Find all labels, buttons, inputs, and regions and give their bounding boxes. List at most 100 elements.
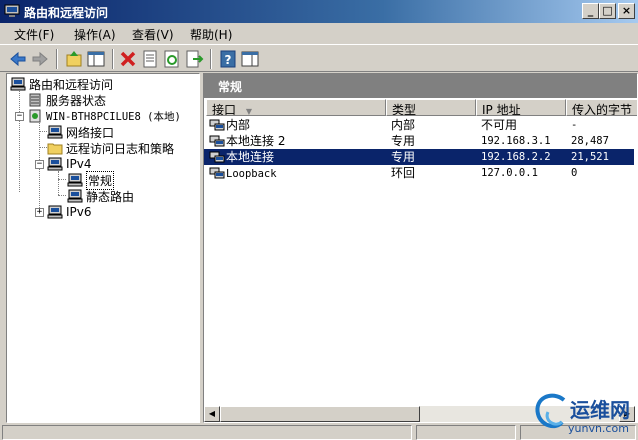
interface-cell: 内部 — [209, 117, 250, 133]
interface-name: Loopback — [226, 168, 277, 180]
maximize-button[interactable]: □ — [599, 3, 616, 19]
table-row[interactable]: 内部 内部 不可用 - — [204, 117, 634, 133]
tree-label-network-interfaces: 网络接口 — [66, 125, 115, 140]
column-header-interface[interactable]: 接口 ▼ — [206, 99, 386, 116]
toolbar: ? — [0, 44, 638, 72]
tree-item-general[interactable]: 常规 — [67, 170, 115, 190]
interface-name: 本地连接 2 — [226, 134, 286, 148]
interface-name: 内部 — [226, 118, 251, 132]
back-icon[interactable] — [8, 49, 28, 69]
column-header-row: 接口 ▼ 类型 IP 地址 传入的字节 — [204, 99, 637, 116]
column-header-type[interactable]: 类型 — [386, 99, 476, 116]
tree-item-ipv6[interactable]: IPv6 — [47, 204, 92, 220]
tree-connector — [58, 179, 66, 180]
window-title: 路由和远程访问 — [24, 6, 109, 20]
refresh-icon[interactable] — [162, 49, 182, 69]
interface-cell: 本地连接 — [209, 149, 274, 165]
menu-action[interactable]: 操作(A) — [74, 26, 116, 43]
ipv4-icon — [47, 157, 63, 171]
watermark-text: 运维网 — [570, 398, 630, 422]
network-adapter-icon — [209, 135, 225, 147]
table-row[interactable]: 本地连接 2 专用 192.168.3.1 28,487 — [204, 133, 634, 149]
interface-name: 本地连接 — [226, 150, 275, 164]
toolbar-separator — [112, 49, 114, 69]
tree-label-server-status: 服务器状态 — [46, 93, 107, 108]
column-label-interface: 接口 — [212, 103, 237, 116]
properties-icon[interactable] — [140, 49, 160, 69]
bytes-cell: 0 — [571, 167, 578, 179]
watermark-url: yunvn.com — [568, 422, 629, 435]
toolbar-separator — [56, 49, 58, 69]
bytes-cell: - — [571, 119, 578, 131]
collapse-server-toggle[interactable]: − — [15, 112, 24, 121]
tree-item-static-routes[interactable]: 静态路由 — [67, 188, 134, 204]
forward-icon[interactable] — [30, 49, 50, 69]
menu-bar: 文件(F) 操作(A) 查看(V) 帮助(H) — [0, 23, 638, 44]
tree-label-ipv6: IPv6 — [66, 205, 92, 219]
scroll-thumb[interactable] — [220, 406, 420, 422]
tree-item-remote-logging[interactable]: 远程访问日志和策略 — [47, 140, 174, 156]
status-panel — [2, 425, 412, 440]
watermark-logo: 运维网 yunvn.com — [528, 386, 636, 438]
tree-item-server-status[interactable]: 服务器状态 — [27, 92, 106, 108]
close-button[interactable]: × — [618, 3, 635, 19]
ipv6-icon — [47, 205, 63, 219]
static-routes-icon — [67, 189, 83, 203]
ip-cell: 192.168.2.2 — [481, 151, 551, 163]
general-icon — [67, 173, 83, 187]
up-icon[interactable] — [64, 49, 84, 69]
network-adapter-icon — [209, 167, 225, 179]
scroll-left-button[interactable]: ◀ — [204, 406, 220, 422]
tree-connector — [58, 171, 59, 195]
menu-help[interactable]: 帮助(H) — [190, 26, 232, 43]
app-icon — [4, 4, 20, 17]
bytes-cell: 21,521 — [571, 151, 609, 163]
tree-item-root[interactable]: 路由和远程访问 — [10, 76, 113, 92]
interface-cell: 本地连接 2 — [209, 133, 285, 149]
network-adapter-icon — [209, 119, 225, 131]
show-hide-action-icon[interactable] — [240, 49, 260, 69]
table-row-selected[interactable]: 本地连接 专用 192.168.2.2 21,521 — [204, 149, 634, 165]
expand-ipv6-toggle[interactable]: + — [35, 208, 44, 217]
delete-icon[interactable] — [118, 49, 138, 69]
tree-connector — [58, 195, 66, 196]
show-hide-tree-icon[interactable] — [86, 49, 106, 69]
export-icon[interactable] — [184, 49, 204, 69]
type-cell: 内部 — [391, 118, 416, 132]
folder-icon — [47, 143, 63, 155]
title-bar[interactable]: 路由和远程访问 _ □ × — [0, 0, 638, 23]
minimize-button[interactable]: _ — [582, 3, 599, 19]
tree-item-ipv4[interactable]: IPv4 — [47, 156, 92, 172]
tree-label-root: 路由和远程访问 — [29, 77, 114, 92]
tree-connector — [19, 91, 20, 192]
table-row[interactable]: Loopback 环回 127.0.0.1 0 — [204, 165, 634, 181]
tree-item-network-interfaces[interactable]: 网络接口 — [47, 124, 114, 140]
tree-label-ipv4: IPv4 — [66, 157, 92, 171]
tree-label-static-routes: 静态路由 — [86, 189, 135, 204]
details-pane: 常规 接口 ▼ 类型 IP 地址 传入的字节 内部 内部 不可用 - 本地连接 … — [203, 73, 638, 423]
type-cell: 环回 — [391, 166, 416, 180]
server-status-icon — [29, 93, 41, 107]
type-cell: 专用 — [391, 134, 416, 148]
server-icon — [29, 109, 41, 123]
menu-view[interactable]: 查看(V) — [132, 26, 174, 43]
column-header-bytes-in[interactable]: 传入的字节 — [566, 99, 637, 116]
computer-icon — [10, 77, 26, 91]
bytes-cell: 28,487 — [571, 135, 609, 147]
ip-cell: 192.168.3.1 — [481, 135, 551, 147]
interface-cell: Loopback — [209, 165, 277, 181]
tree-label-server: WIN-BTH8PCILUE8 (本地) — [46, 110, 181, 123]
ip-cell: 不可用 — [481, 118, 518, 132]
column-header-ip[interactable]: IP 地址 — [476, 99, 566, 116]
type-cell: 专用 — [391, 150, 416, 164]
tree-connector — [39, 131, 47, 132]
menu-file[interactable]: 文件(F) — [14, 26, 54, 43]
collapse-ipv4-toggle[interactable]: − — [35, 160, 44, 169]
sort-arrow-icon: ▼ — [245, 107, 252, 116]
help-icon[interactable]: ? — [218, 49, 238, 69]
details-header: 常规 — [204, 74, 637, 98]
tree-item-server[interactable]: WIN-BTH8PCILUE8 (本地) — [27, 108, 181, 124]
network-adapter-icon — [209, 151, 225, 163]
console-tree[interactable]: 路由和远程访问 服务器状态 − WIN-BTH8PCILUE8 (本地) 网络接… — [6, 73, 200, 423]
tree-label-remote-logging: 远程访问日志和策略 — [66, 141, 175, 156]
